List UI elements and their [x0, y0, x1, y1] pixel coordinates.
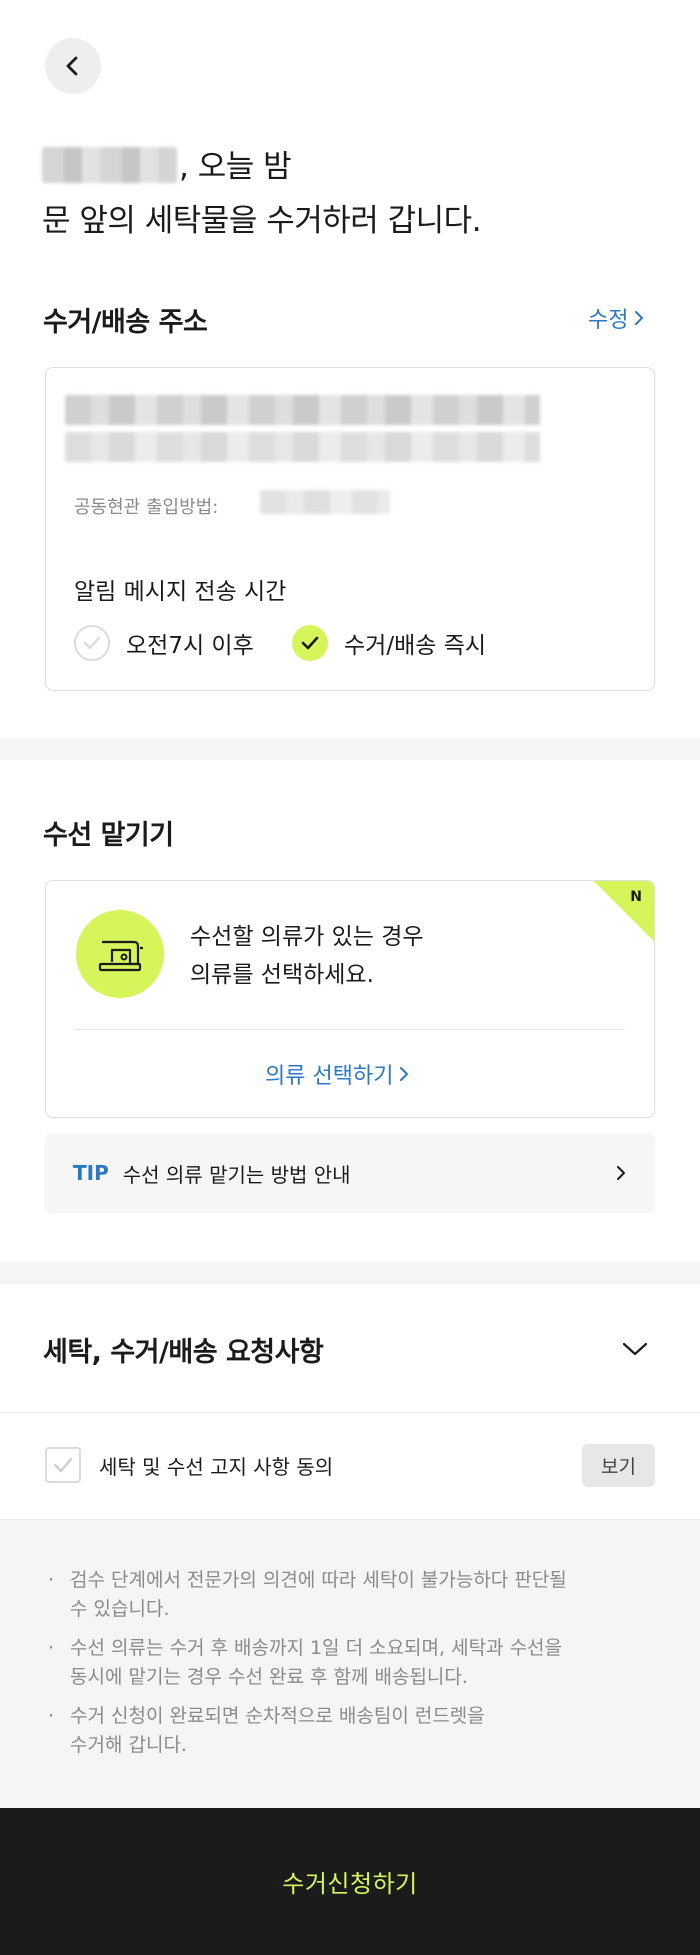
submit-pickup-label: 수거신청하기	[282, 1870, 418, 1898]
section-divider	[0, 1262, 700, 1284]
sewing-machine-icon	[76, 910, 164, 998]
notice-item: 검수 단계에서 전문가의 의견에 따라 세탁이 불가능하다 판단될 수 있습니다…	[48, 1566, 658, 1624]
notice-item: 수선 의류는 수거 후 배송까지 1일 더 소요되며, 세탁과 수선을 동시에 …	[48, 1634, 658, 1692]
requests-accordion[interactable]: 세탁, 수거/배송 요청사항	[0, 1284, 700, 1412]
section-divider	[0, 738, 700, 760]
chevron-left-icon	[66, 56, 78, 76]
redacted-address-line2	[65, 432, 540, 462]
submit-pickup-button[interactable]: 수거신청하기	[0, 1808, 700, 1955]
redacted-entry-method	[260, 490, 390, 514]
tip-text: 수선 의류 맡기는 방법 안내	[122, 1162, 351, 1187]
agreement-label: 세탁 및 수선 고지 사항 동의	[99, 1454, 334, 1479]
agreement-checkbox-row[interactable]: 세탁 및 수선 고지 사항 동의	[45, 1447, 333, 1483]
notice-item: 수거 신청이 완료되면 순차적으로 배송팀이 런드렛을 수거해 갑니다.	[48, 1702, 658, 1760]
notification-option-morning-label: 오전7시 이후	[126, 633, 254, 659]
chevron-down-icon	[622, 1342, 648, 1356]
redacted-address-line1	[65, 395, 540, 425]
chevron-right-icon	[617, 1166, 625, 1180]
page-headline: , 오늘 밤 문 앞의 세탁물을 수거하러 갑니다.	[42, 140, 482, 248]
notification-title: 알림 메시지 전송 시간	[74, 579, 287, 605]
tip-label: TIP	[73, 1161, 109, 1185]
mending-card-divider	[74, 1029, 625, 1030]
mending-tip-row[interactable]: TIP 수선 의류 맡기는 방법 안내	[45, 1133, 655, 1213]
mending-section-title: 수선 맡기기	[43, 820, 174, 851]
view-terms-button[interactable]: 보기	[582, 1444, 655, 1487]
new-badge-label: N	[630, 889, 642, 905]
chevron-right-icon	[400, 1067, 409, 1081]
notification-option-immediate[interactable]: 수거/배송 즉시	[292, 625, 486, 661]
address-edit-link[interactable]: 수정	[588, 302, 646, 334]
radio-checked-icon	[292, 625, 328, 661]
redacted-user-name	[42, 147, 177, 183]
address-section-title: 수거/배송 주소	[43, 307, 208, 338]
back-button[interactable]	[45, 38, 101, 94]
chevron-right-icon	[635, 311, 644, 325]
mending-description: 수선할 의류가 있는 경우 의류를 선택하세요.	[190, 918, 424, 994]
address-edit-label: 수정	[588, 308, 629, 333]
headline-line1: , 오늘 밤	[179, 149, 292, 185]
check-icon	[53, 1457, 73, 1473]
mending-description-line2: 의류를 선택하세요.	[190, 962, 374, 988]
notice-section: 검수 단계에서 전문가의 의견에 따라 세탁이 불가능하다 판단될 수 있습니다…	[0, 1520, 700, 1810]
agreement-checkbox[interactable]	[45, 1447, 81, 1483]
entry-method-label: 공동현관 출입방법:	[74, 497, 219, 518]
headline-line2: 문 앞의 세탁물을 수거하러 갑니다.	[42, 203, 482, 239]
divider	[0, 1412, 700, 1413]
notification-option-immediate-label: 수거/배송 즉시	[344, 633, 487, 659]
radio-unchecked-icon	[74, 625, 110, 661]
select-clothes-link[interactable]: 의류 선택하기	[265, 1058, 411, 1090]
mending-description-line1: 수선할 의류가 있는 경우	[190, 924, 424, 950]
select-clothes-label: 의류 선택하기	[265, 1064, 394, 1089]
requests-section-title: 세탁, 수거/배송 요청사항	[43, 1337, 324, 1368]
notification-option-morning[interactable]: 오전7시 이후	[74, 625, 254, 661]
new-badge: N	[593, 881, 654, 942]
